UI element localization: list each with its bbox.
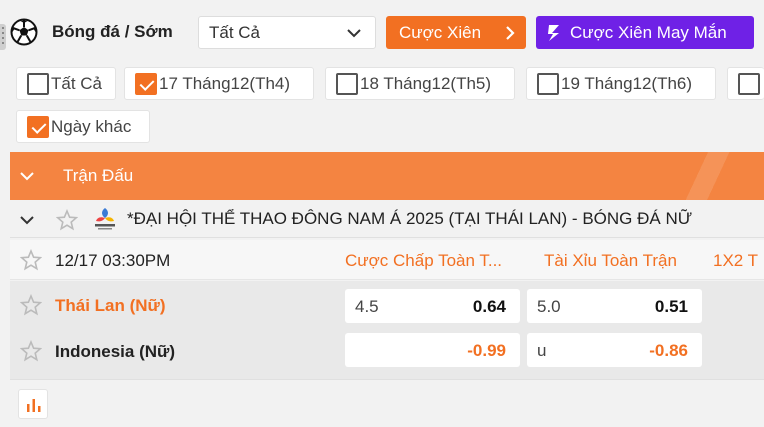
date-filter-more[interactable] (727, 67, 764, 100)
sea-games-logo-icon (95, 208, 115, 230)
odds-value: 0.51 (654, 297, 688, 316)
checkbox[interactable] (537, 72, 559, 95)
handicap-away-odds[interactable]: -0.99 (345, 333, 520, 367)
section-title: Trận Đấu (63, 166, 134, 185)
favorite-star-icon[interactable] (56, 209, 78, 231)
parlay-button[interactable]: Cược Xiên (386, 16, 526, 49)
date-filter-dec19[interactable]: 19 Tháng12(Th6) (526, 67, 716, 100)
bar-chart-icon (27, 399, 41, 412)
date-filter-all[interactable]: Tất Cả (16, 67, 116, 100)
soccer-ball-icon (10, 18, 38, 46)
header-decoration (644, 152, 764, 200)
home-team: Thái Lan (Nữ) (55, 296, 166, 315)
checkbox[interactable] (27, 72, 49, 95)
chevron-down-icon (347, 29, 361, 38)
league-name: *ĐẠI HỘI THỂ THAO ĐÔNG NAM Á 2025 (TẠI T… (127, 209, 693, 228)
chevron-right-icon (506, 26, 515, 40)
favorite-star-icon[interactable] (20, 249, 42, 271)
odds-value: -0.99 (467, 341, 506, 360)
lightning-icon (548, 25, 559, 41)
checkbox-checked[interactable] (135, 72, 157, 95)
statistics-button[interactable] (18, 389, 48, 419)
favorite-star-icon[interactable] (20, 340, 42, 362)
over-line: 5.0 (537, 297, 561, 316)
chevron-down-icon[interactable] (20, 213, 34, 227)
parlay-button-label: Cược Xiên (399, 22, 482, 42)
league-row[interactable]: *ĐẠI HỘI THỂ THAO ĐÔNG NAM Á 2025 (TẠI T… (10, 202, 764, 238)
favorite-star-icon[interactable] (20, 294, 42, 316)
date-filter-label: 18 Tháng12(Th5) (360, 73, 492, 93)
date-filter-label: Ngày khác (51, 116, 132, 136)
checkbox[interactable] (738, 72, 760, 95)
date-filter-dec18[interactable]: 18 Tháng12(Th5) (325, 67, 515, 100)
odds-value: 0.64 (472, 297, 506, 316)
checkbox-checked[interactable] (27, 115, 49, 138)
date-filter-label: 17 Tháng12(Th4) (159, 73, 291, 93)
column-over-under: Tài Xỉu Toàn Trận (544, 251, 677, 270)
chevron-down-icon[interactable] (20, 169, 34, 183)
matches-section-header[interactable]: Trận Đấu (10, 152, 764, 200)
date-filter-label: 19 Tháng12(Th6) (561, 73, 693, 93)
away-team: Indonesia (Nữ) (55, 342, 175, 361)
over-odds[interactable]: 5.0 0.51 (527, 289, 702, 323)
odds-value: -0.86 (649, 341, 688, 360)
page-title: Bóng đá / Sớm (52, 22, 173, 41)
match-time: 12/17 03:30PM (55, 251, 171, 270)
lucky-parlay-button[interactable]: Cược Xiên May Mắn (536, 16, 754, 49)
match-row: Thái Lan (Nữ) Indonesia (Nữ) 4.5 0.64 -0… (10, 281, 764, 379)
drag-handle[interactable] (0, 24, 6, 50)
date-filter-dec17[interactable]: 17 Tháng12(Th4) (124, 67, 314, 100)
handicap-home-odds[interactable]: 4.5 0.64 (345, 289, 520, 323)
filter-select[interactable]: Tất Cả (198, 16, 376, 49)
match-time-row: 12/17 03:30PM Cược Chấp Toàn T... Tài Xỉ… (10, 240, 764, 280)
date-filter-label: Tất Cả (51, 73, 103, 93)
match-footer (10, 379, 764, 427)
column-1x2: 1X2 T (713, 251, 759, 270)
under-line: u (537, 341, 547, 360)
handicap-line: 4.5 (355, 297, 379, 316)
under-odds[interactable]: u -0.86 (527, 333, 702, 367)
lucky-parlay-button-label: Cược Xiên May Mắn (570, 22, 727, 42)
checkbox[interactable] (336, 72, 358, 95)
column-handicap: Cược Chấp Toàn T... (345, 251, 503, 270)
filter-select-value: Tất Cả (209, 22, 261, 42)
sport-header: Bóng đá / Sớm (10, 14, 173, 50)
date-filter-other[interactable]: Ngày khác (16, 110, 150, 143)
